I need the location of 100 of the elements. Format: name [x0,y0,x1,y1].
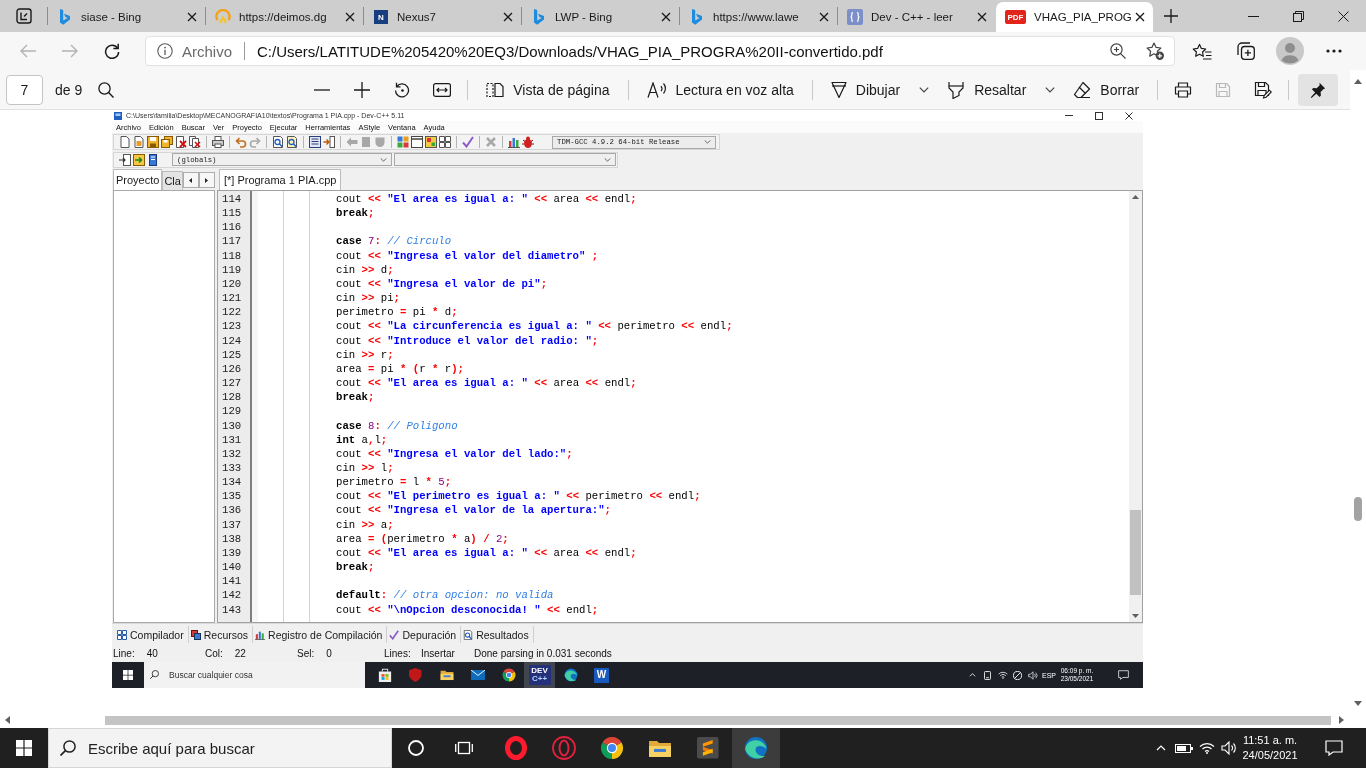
plus-icon[interactable] [354,81,371,98]
floppy-stack-icon[interactable] [161,136,173,148]
erase-button[interactable]: Borrar [1064,73,1149,106]
scroll-down-icon[interactable] [1132,614,1139,618]
wifi-icon[interactable] [997,671,1008,679]
draw-button[interactable]: Dibujar [821,73,939,106]
page-arrow-icon[interactable] [119,153,131,166]
volume-icon[interactable] [1221,741,1237,755]
shopping-bag-icon[interactable] [377,668,392,682]
browser-tab[interactable]: N Nexus7 [364,2,521,32]
panel-tab[interactable]: Registro de Compilación [253,626,388,643]
check-icon[interactable] [462,136,474,148]
page-view-button[interactable]: Vista de página [477,73,619,106]
info-icon[interactable] [157,43,173,59]
favorite-add-icon[interactable] [1146,42,1164,60]
scrollbar-thumb[interactable] [105,715,1331,725]
window-frame-icon[interactable] [411,136,423,148]
scroll-up-icon[interactable] [1354,79,1362,84]
wave-logo-icon[interactable] [744,736,768,760]
close-icon[interactable] [661,12,671,22]
avatar-icon[interactable] [1276,37,1304,65]
panel-tab[interactable]: Compilador [115,626,189,643]
dropdown-field[interactable] [394,153,616,166]
refresh-icon[interactable] [104,43,120,59]
indent-icon[interactable] [323,136,335,148]
close-icon[interactable] [503,12,513,22]
close-icon[interactable] [345,12,355,22]
scroll-up-icon[interactable] [1132,195,1139,199]
page-search-icon[interactable] [272,136,284,148]
device-icon[interactable] [984,670,991,680]
folder-icon[interactable] [648,738,672,758]
bar-chart-icon[interactable] [508,136,520,148]
battery-icon[interactable] [1175,743,1193,753]
folded-page-icon[interactable] [133,136,145,148]
caret-icon[interactable] [919,86,930,93]
folder-icon[interactable] [439,669,454,681]
arrow-tile-icon[interactable] [346,136,358,148]
plus-icon[interactable] [1164,9,1178,23]
minimize-icon[interactable] [1248,15,1259,17]
tab-actions-icon[interactable] [15,8,32,24]
panel-tab[interactable]: Proyecto [113,169,163,190]
maximize-icon[interactable] [1095,111,1103,120]
address-bar[interactable]: Archivo C:/Users/LATITUDE%205420%20EQ3/Downloads/VHAG_PIA_PROGRA%20II-convertido.pdf [145,36,1175,66]
panel-tab[interactable]: Depuración [387,626,462,643]
print-icon[interactable] [1174,81,1193,98]
scrollbar-thumb[interactable] [1130,510,1141,595]
read-aloud-button[interactable]: Lectura en voz alta [637,73,803,106]
undo-icon[interactable] [235,136,247,148]
double-ring-logo-icon[interactable] [552,736,576,760]
favorites-icon[interactable] [1192,42,1212,60]
close-icon[interactable] [187,12,197,22]
clock-date[interactable]: 24/05/2021 [1242,748,1298,763]
chevron-up-icon[interactable] [969,673,976,677]
close-icon[interactable] [977,12,987,22]
browser-tab[interactable]: Dev - C++ - leer [838,2,995,32]
browser-tab[interactable]: https://www.lawe [680,2,837,32]
more-icon[interactable] [1326,49,1342,53]
scroll-down-icon[interactable] [1354,701,1362,706]
search-field[interactable]: Buscar cualquier cosa [144,662,365,688]
scroll-left-icon[interactable] [5,716,10,724]
close-icon[interactable] [1125,111,1133,120]
list-window-icon[interactable] [309,136,321,148]
floppy-icon[interactable] [147,136,159,148]
pages-cross-icon[interactable] [189,136,201,148]
fit-width-icon[interactable] [433,82,452,97]
windows-logo-icon[interactable] [123,670,133,680]
clock-time[interactable]: 11:51 a. m. [1242,733,1298,748]
notification-icon[interactable] [1117,670,1129,680]
zoom-in-icon[interactable] [1110,43,1126,59]
editor-tab[interactable]: [*] Programa 1 PIA.cpp [218,169,342,190]
volume-icon[interactable] [1027,670,1038,680]
search-icon[interactable] [98,81,115,98]
circle-icon[interactable] [408,740,424,756]
panel-tab[interactable]: Resultados [461,626,534,643]
slashed-circle-icon[interactable] [1013,670,1022,680]
caret-icon[interactable] [1045,86,1056,93]
printer-icon[interactable] [212,136,224,148]
page-cross-icon[interactable] [175,136,187,148]
chevron-up-icon[interactable] [1156,745,1166,751]
zigzag-logo-icon[interactable] [697,737,719,759]
grid-outline-icon[interactable] [439,136,451,148]
pin-button[interactable] [1298,73,1339,106]
taskbar-button[interactable]: W [586,662,617,688]
task-view-icon[interactable] [455,740,473,756]
browser-tab[interactable]: siase - Bing [48,2,205,32]
highlight-button[interactable]: Resaltar [938,73,1065,106]
minus-icon[interactable] [314,88,331,91]
collections-icon[interactable] [1237,42,1255,60]
scroll-right-icon[interactable] [1339,716,1344,724]
bookmark-icon[interactable] [147,153,159,166]
rotate-icon[interactable] [394,81,411,98]
scrollbar-thumb[interactable] [1354,497,1362,521]
ring-logo-icon[interactable] [504,736,528,760]
panel-tab[interactable]: Recursos [188,626,254,643]
tiles-icon[interactable] [425,136,437,148]
windows-logo-icon[interactable] [16,740,32,756]
insert-icon[interactable] [133,153,145,166]
shield-icon[interactable] [409,668,422,682]
grid-icon[interactable] [397,136,409,148]
new-file-icon[interactable] [119,136,131,148]
